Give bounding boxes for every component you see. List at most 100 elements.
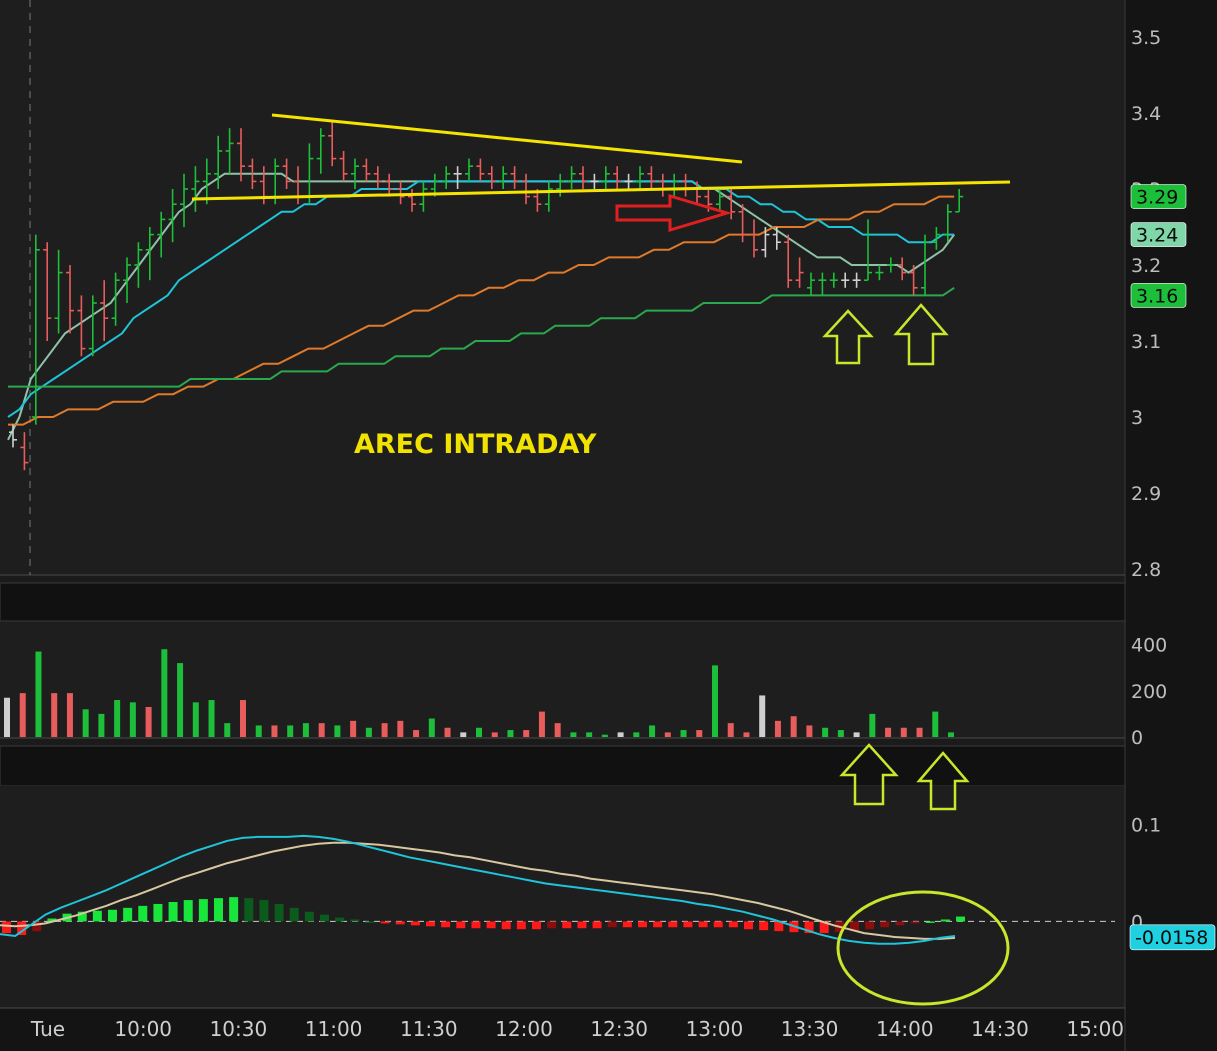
volume-tick-label: 200 (1131, 681, 1167, 703)
volume-bar (774, 720, 781, 737)
time-tick-label: Tue (30, 1017, 65, 1041)
volume-bar (759, 695, 766, 737)
volume-bar (696, 730, 703, 737)
volume-bar (365, 727, 372, 737)
macd-histogram-bar (168, 902, 178, 922)
macd-histogram-bar (304, 911, 314, 922)
volume-bar (318, 723, 325, 737)
time-tick-label: 13:30 (781, 1017, 839, 1041)
macd-histogram-bar (744, 921, 753, 930)
volume-bar (664, 732, 671, 737)
volume-bar (413, 730, 420, 737)
volume-bar (82, 709, 89, 737)
macd-histogram-bar (214, 898, 223, 922)
price-tag-label: 3.29 (1136, 187, 1178, 209)
price-panel (0, 0, 1125, 575)
volume-bar (129, 702, 136, 737)
volume-header-strip (0, 582, 1126, 622)
price-tag-label: 3.16 (1136, 285, 1178, 307)
macd-histogram-bar (380, 921, 390, 924)
macd-histogram-bar (562, 921, 572, 929)
macd-histogram-bar (516, 921, 526, 930)
macd-histogram-bar (123, 907, 133, 922)
volume-bar (224, 723, 231, 737)
macd-histogram-bar (653, 921, 663, 928)
volume-tick-label: 0 (1131, 727, 1143, 749)
volume-bar (601, 734, 608, 737)
price-tick-label: 3 (1131, 407, 1143, 429)
volume-bar (507, 730, 514, 737)
volume-bar (444, 727, 451, 737)
macd-histogram-bar (289, 907, 299, 922)
macd-histogram-bar (607, 921, 617, 928)
right-axis-panel (1125, 0, 1217, 1051)
volume-panel (0, 622, 1125, 738)
volume-bar (948, 732, 954, 737)
time-tick-label: 11:30 (400, 1017, 458, 1041)
volume-bar (853, 732, 860, 737)
volume-bar (633, 732, 640, 737)
macd-current-tag: -0.0158 (1129, 924, 1216, 951)
macd-histogram-bar (698, 921, 708, 928)
volume-bar (66, 693, 73, 737)
volume-bar (916, 727, 923, 737)
volume-bar (680, 730, 687, 737)
macd-histogram-bar (410, 921, 420, 926)
volume-bar (271, 725, 278, 737)
volume-bar (617, 732, 624, 737)
volume-bar (476, 727, 482, 737)
volume-bar (649, 725, 656, 737)
volume-bar (837, 730, 844, 737)
macd-histogram-bar (335, 917, 345, 922)
volume-bar (350, 720, 357, 737)
volume-bar (460, 732, 467, 737)
macd-histogram-bar (880, 921, 890, 928)
volume-bar (192, 702, 199, 737)
macd-tag-label: -0.0158 (1135, 927, 1208, 949)
macd-histogram-bar (925, 921, 935, 923)
price-tick-label: 3.5 (1131, 27, 1161, 49)
macd-histogram-bar (426, 921, 435, 927)
volume-bar (491, 732, 498, 737)
volume-bar (743, 732, 750, 737)
macd-histogram-bar (2, 921, 11, 934)
time-tick-label: 12:00 (495, 1017, 553, 1041)
macd-histogram-bar (759, 921, 769, 931)
macd-histogram-bar (547, 921, 557, 929)
price-tags: 3.29 3.24 3.16 (1130, 184, 1187, 308)
time-tick-label: 10:00 (114, 1017, 172, 1041)
macd-histogram-bar (713, 921, 723, 928)
time-tick-label: 14:00 (876, 1017, 934, 1041)
volume-bar (302, 723, 309, 737)
macd-histogram-bar (728, 921, 738, 928)
volume-bar (35, 651, 42, 737)
volume-bar (822, 727, 829, 737)
chart-window: 3.53.43.33.23.132.92.8 AREC INTRADAY 3.2… (0, 0, 1217, 1051)
volume-bar (806, 725, 813, 737)
volume-bar (240, 700, 246, 737)
volume-bar (932, 711, 939, 737)
volume-tick-label: 400 (1131, 635, 1167, 657)
volume-bar (538, 711, 545, 737)
macd-histogram-bar (395, 921, 405, 925)
macd-histogram-bar (229, 897, 239, 922)
volume-bar (4, 697, 10, 737)
volume-bar (114, 700, 121, 737)
time-tick-label: 12:30 (590, 1017, 648, 1041)
time-tick-label: 11:00 (305, 1017, 363, 1041)
macd-tick-label: 0.1 (1131, 814, 1161, 836)
volume-bar (586, 732, 593, 737)
volume-bar (334, 725, 341, 737)
volume-bar (51, 693, 58, 737)
macd-histogram-bar (501, 921, 511, 930)
volume-bar (900, 727, 907, 737)
chart-canvas: 3.53.43.33.23.132.92.8 AREC INTRADAY 3.2… (0, 0, 1217, 1051)
time-tick-label: 10:30 (210, 1017, 268, 1041)
macd-histogram-bar (274, 903, 284, 922)
volume-bar (790, 716, 797, 737)
price-tick-label: 3.2 (1131, 255, 1161, 277)
volume-bar (255, 725, 262, 737)
macd-histogram-bar (956, 916, 965, 922)
macd-histogram-bar (895, 921, 905, 926)
macd-histogram-bar (865, 921, 875, 930)
